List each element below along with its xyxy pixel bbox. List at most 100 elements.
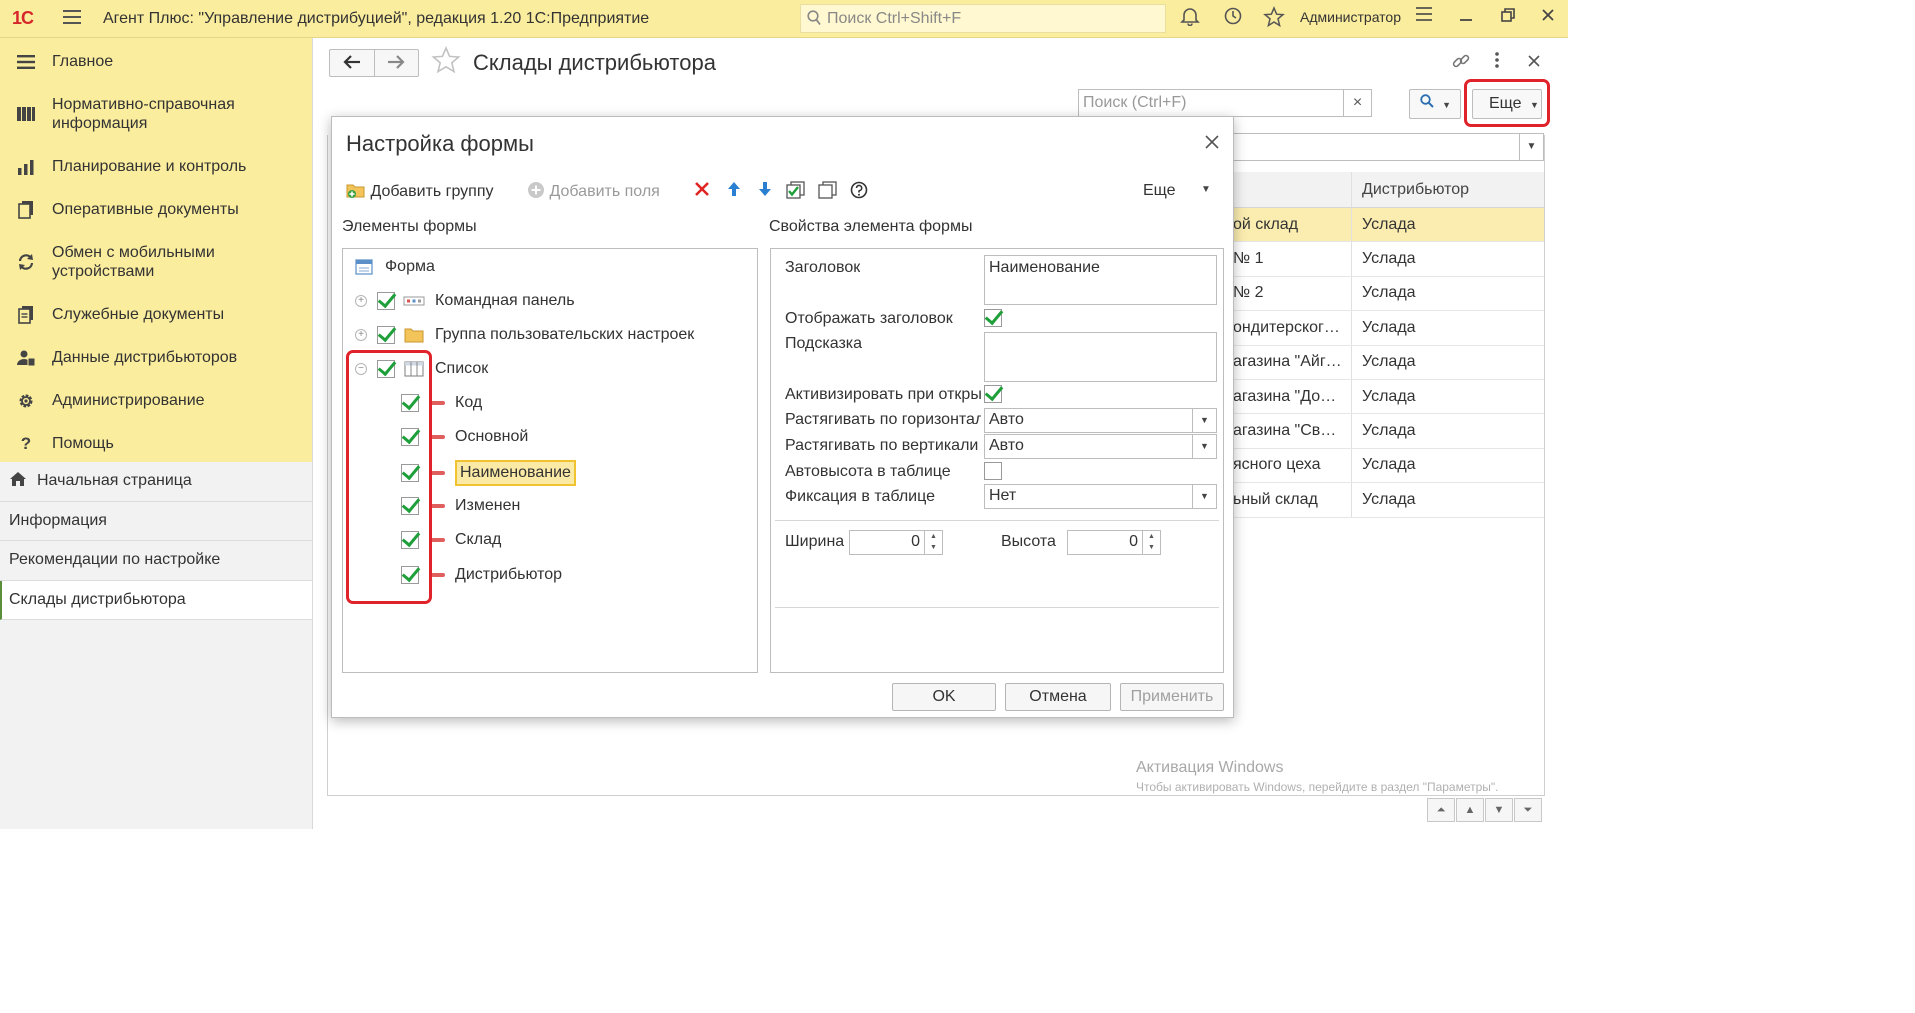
- scroll-up-icon[interactable]: ▲: [1456, 798, 1484, 822]
- width-spinner[interactable]: 0 ▲ ▼: [849, 530, 943, 555]
- global-search-input[interactable]: Поиск Ctrl+Shift+F: [800, 4, 1166, 33]
- activate-on-open-checkbox[interactable]: [984, 385, 1002, 403]
- chevron-down-icon[interactable]: ▼: [1192, 435, 1216, 458]
- section-planning[interactable]: Планирование и контроль: [0, 145, 312, 188]
- move-down-icon[interactable]: [754, 181, 776, 203]
- clear-search-icon[interactable]: ×: [1343, 90, 1371, 116]
- autoheight-checkbox[interactable]: [984, 462, 1002, 480]
- ok-button[interactable]: OK: [892, 683, 996, 711]
- tree-node-label: Форма: [385, 258, 435, 275]
- table-row[interactable]: ондитерског… Услада: [1233, 311, 1544, 346]
- add-group-button[interactable]: Добавить группу: [346, 181, 494, 201]
- close-page-icon[interactable]: [1523, 51, 1545, 73]
- tree-node-user-settings-group[interactable]: + Группа пользовательских настроек: [355, 323, 694, 347]
- gear-icon: [16, 391, 36, 411]
- minimize-icon[interactable]: [1454, 6, 1478, 30]
- delete-icon[interactable]: [691, 181, 713, 203]
- main-menu-icon[interactable]: [63, 10, 81, 26]
- add-fields-button[interactable]: Добавить поля: [527, 181, 660, 201]
- table-row[interactable]: № 1 Услада: [1233, 242, 1544, 277]
- section-main[interactable]: Главное: [0, 40, 312, 83]
- section-distributor-data[interactable]: Данные дистрибьюторов: [0, 336, 312, 379]
- global-search-placeholder: Поиск Ctrl+Shift+F: [827, 10, 962, 27]
- table-row[interactable]: ясного цеха Услада: [1233, 448, 1544, 484]
- more-vertical-icon[interactable]: [1486, 51, 1508, 73]
- scroll-down-icon[interactable]: ▼: [1485, 798, 1513, 822]
- header-input[interactable]: Наименование: [984, 255, 1217, 305]
- add-circle-icon: [528, 182, 544, 198]
- section-help[interactable]: ? Помощь: [0, 422, 312, 465]
- settings-menu-icon[interactable]: [1412, 6, 1436, 30]
- dialog-more-button[interactable]: Еще: [1143, 182, 1176, 200]
- stretch-horizontal-select[interactable]: Авто ▼: [984, 408, 1217, 433]
- cell-name: ясного цеха: [1233, 456, 1321, 474]
- link-icon[interactable]: [1450, 51, 1472, 73]
- tree-node-form[interactable]: Форма: [353, 255, 435, 279]
- table-row[interactable]: агазина "До… Услада: [1233, 379, 1544, 415]
- table-row[interactable]: ой склад Услада: [1233, 208, 1544, 243]
- chevron-down-icon[interactable]: ▼: [1201, 184, 1211, 195]
- show-header-checkbox[interactable]: [984, 309, 1002, 327]
- visibility-checkbox[interactable]: [377, 292, 395, 310]
- scroll-first-icon[interactable]: ⏶: [1427, 798, 1455, 822]
- uncheck-all-icon[interactable]: [817, 181, 839, 203]
- expand-icon[interactable]: +: [355, 329, 367, 341]
- nav-distributor-warehouses[interactable]: Склады дистрибьютора: [0, 580, 312, 620]
- section-administration[interactable]: Администрирование: [0, 379, 312, 422]
- table-row[interactable]: агазина "Св… Услада: [1233, 414, 1544, 449]
- hamburger-icon: [16, 52, 36, 72]
- nav-label: Начальная страница: [37, 472, 192, 490]
- bell-icon[interactable]: [1178, 6, 1202, 30]
- height-spinner[interactable]: 0 ▲ ▼: [1067, 530, 1161, 555]
- app-title: Агент Плюс: "Управление дистрибуцией", р…: [103, 10, 650, 27]
- section-reference[interactable]: Нормативно-справочная информация: [0, 83, 312, 145]
- expand-icon[interactable]: +: [355, 295, 367, 307]
- back-arrow-icon[interactable]: [330, 50, 374, 76]
- close-dialog-icon[interactable]: [1205, 129, 1219, 155]
- table-row[interactable]: ьный склад Услада: [1233, 483, 1544, 518]
- section-service-docs[interactable]: Служебные документы: [0, 293, 312, 336]
- add-favorite-star-icon[interactable]: [431, 45, 461, 81]
- history-icon[interactable]: [1221, 6, 1245, 30]
- stretch-vertical-select[interactable]: Авто ▼: [984, 434, 1217, 459]
- chevron-down-icon[interactable]: ▼: [1192, 485, 1216, 508]
- section-panel: Главное Нормативно-справочная информация…: [0, 38, 312, 462]
- spinner-arrows-icon[interactable]: ▲ ▼: [924, 531, 942, 554]
- filter-field[interactable]: ▼: [1233, 133, 1544, 161]
- fixation-select[interactable]: Нет ▼: [984, 484, 1217, 509]
- user-name[interactable]: Администратор: [1300, 9, 1401, 25]
- apply-button[interactable]: Применить: [1120, 683, 1224, 711]
- check-all-icon[interactable]: [785, 181, 807, 203]
- help-icon[interactable]: [848, 181, 870, 203]
- nav-information[interactable]: Информация: [0, 502, 312, 541]
- nav-home-page[interactable]: Начальная страница: [0, 462, 312, 502]
- scroll-last-icon[interactable]: ⏷: [1514, 798, 1542, 822]
- close-window-icon[interactable]: [1536, 6, 1560, 30]
- cancel-button[interactable]: Отмена: [1005, 683, 1111, 711]
- nav-setup-recommendations[interactable]: Рекомендации по настройке: [0, 541, 312, 581]
- hint-input[interactable]: [984, 332, 1217, 382]
- visibility-checkbox[interactable]: [377, 326, 395, 344]
- column-header-distributor[interactable]: Дистрибьютор: [1351, 172, 1544, 207]
- favorites-star-icon[interactable]: [1262, 6, 1286, 30]
- cell-name: ьный склад: [1233, 490, 1318, 508]
- table-row[interactable]: № 2 Услада: [1233, 276, 1544, 312]
- chevron-down-icon[interactable]: ▼: [1192, 409, 1216, 432]
- tree-node-label: Список: [435, 360, 489, 377]
- spinner-arrows-icon[interactable]: ▲ ▼: [1142, 531, 1160, 554]
- section-mobile-exchange[interactable]: Обмен с мобильными устройствами: [0, 231, 312, 293]
- tree-node-command-panel[interactable]: + Командная панель: [355, 289, 575, 313]
- restore-icon[interactable]: [1496, 6, 1520, 30]
- service-docs-icon: [16, 305, 36, 325]
- search-button[interactable]: ▼: [1409, 89, 1461, 119]
- forward-arrow-icon[interactable]: [373, 50, 419, 76]
- cell-name: ондитерског…: [1233, 318, 1340, 336]
- list-search-input[interactable]: Поиск (Ctrl+F) ×: [1078, 89, 1372, 117]
- move-up-icon[interactable]: [723, 181, 745, 203]
- table-row[interactable]: агазина "Айг… Услада: [1233, 345, 1544, 380]
- select-value: Авто: [989, 411, 1024, 428]
- chevron-down-icon[interactable]: ▼: [1519, 134, 1543, 160]
- search-icon: [807, 10, 821, 31]
- section-operative-docs[interactable]: Оперативные документы: [0, 188, 312, 231]
- cell-name: № 1: [1233, 250, 1264, 268]
